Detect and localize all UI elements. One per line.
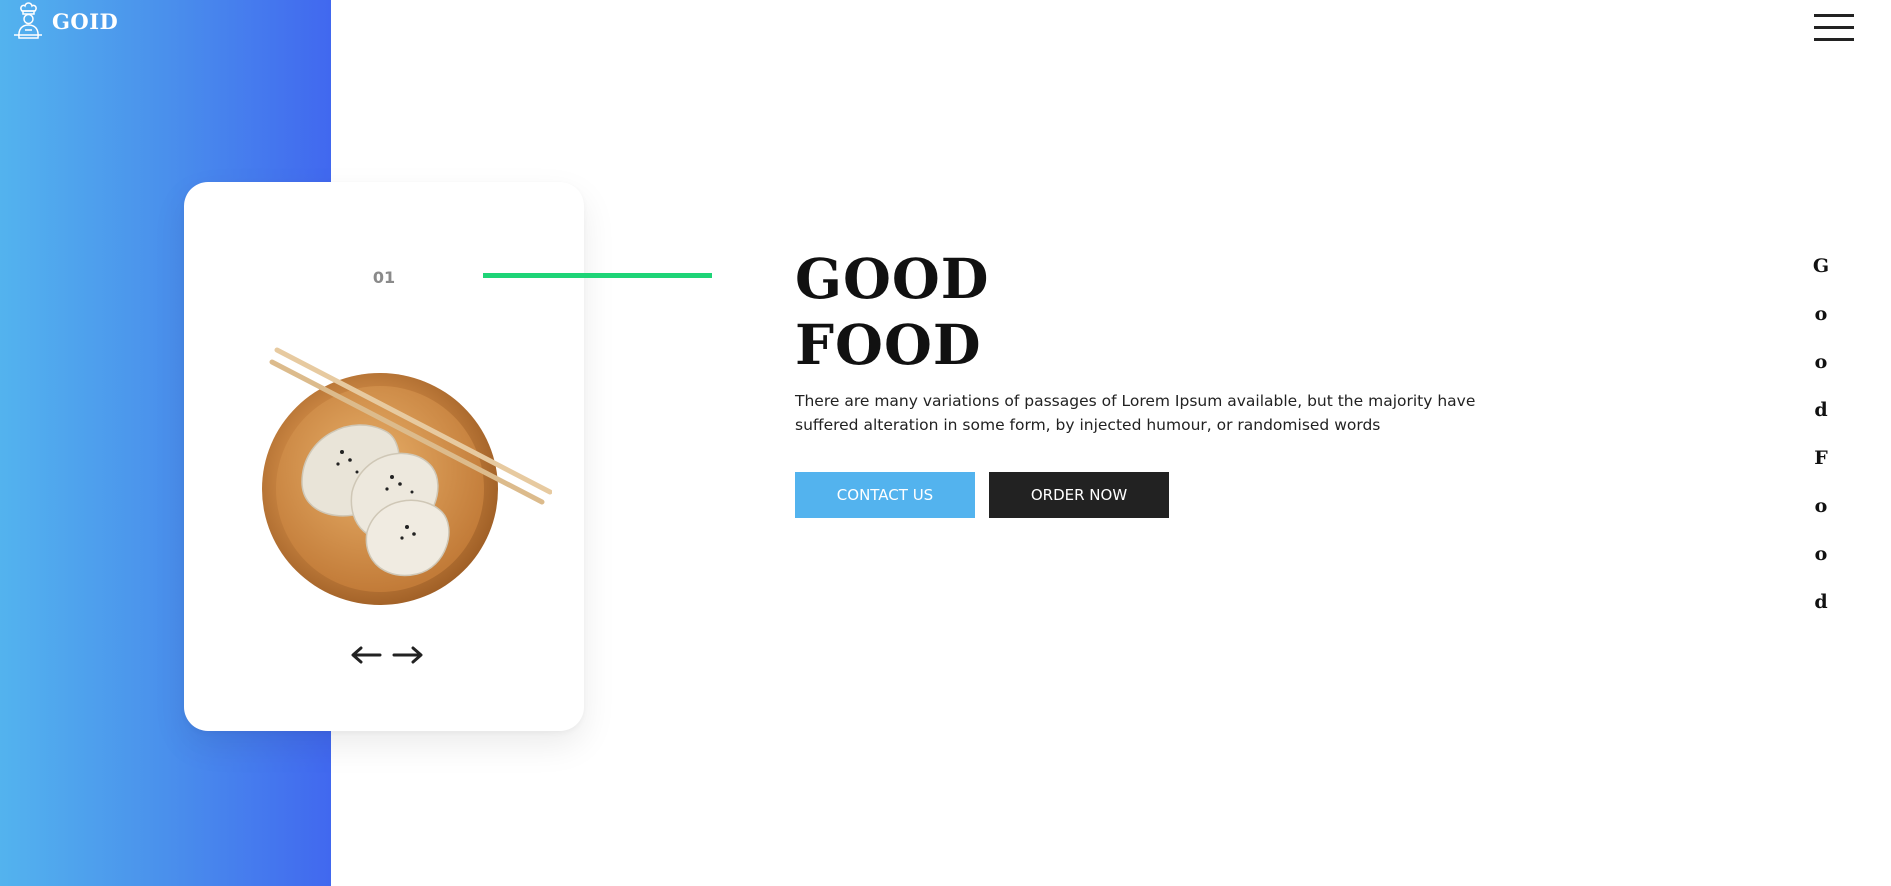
hero-description: There are many variations of passages of… [795,392,1476,434]
hamburger-menu-button[interactable] [1814,14,1854,42]
side-letter: d [1814,399,1828,421]
chef-icon [12,2,44,40]
dumplings-bowl-image [262,342,553,612]
hero-title-line1: GOOD [795,246,990,311]
brand-name: GOID [52,8,119,34]
order-now-button[interactable]: ORDER NOW [989,472,1169,518]
side-letter: F [1814,447,1828,469]
accent-line [483,273,712,278]
side-letter: o [1814,303,1828,325]
slider-card: 01 [184,182,584,731]
side-letter: o [1814,495,1828,517]
slider-arrows [349,640,425,670]
hamburger-menu-icon [1814,14,1854,17]
vertical-side-text: G o o d F o o d [1806,252,1836,636]
side-letter: o [1814,351,1828,373]
arrow-right-icon[interactable] [391,640,425,670]
arrow-left-icon[interactable] [349,640,383,670]
side-letter: o [1814,543,1828,565]
hero-title-line2: FOOD [795,312,982,377]
hero-title: GOOD FOOD [795,246,990,378]
menu-bar [1814,38,1854,41]
menu-bar [1814,26,1854,29]
brand-logo[interactable]: GOID [12,2,118,40]
side-letter: d [1814,591,1828,613]
contact-us-button[interactable]: CONTACT US [795,472,975,518]
side-letter: G [1812,255,1830,277]
